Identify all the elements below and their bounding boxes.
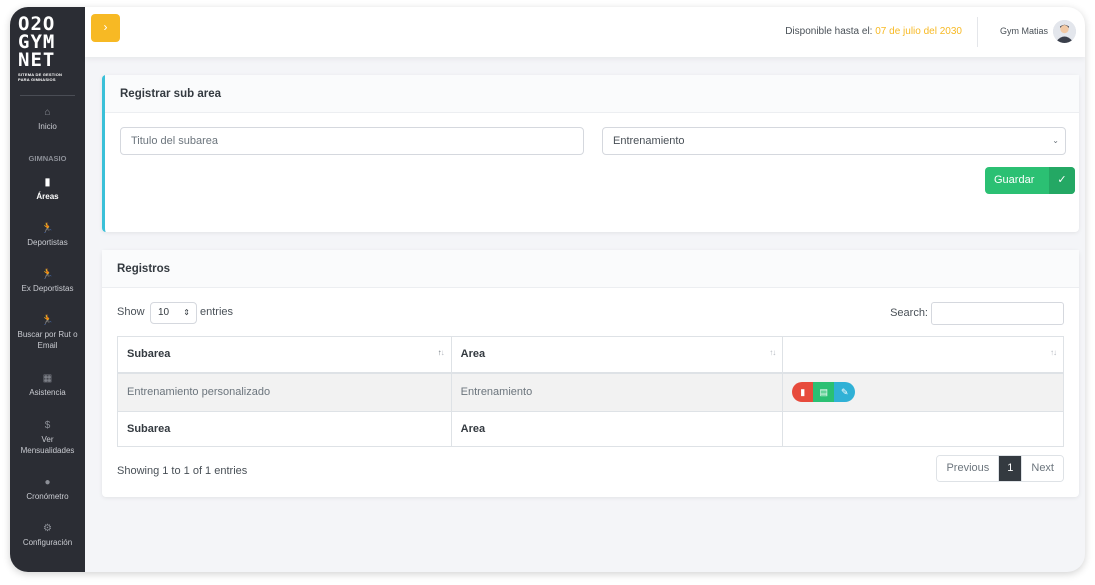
edit-icon: ✎ [841,387,849,398]
sidebar-item-deportistas[interactable]: 🏃 Deportistas [10,223,85,248]
sidebar-item-label: Cronómetro [26,492,69,501]
sidebar-item-label: Buscar por Rut o Email [17,330,78,350]
sidebar-item-label: Áreas [36,192,59,201]
running-icon: 🏃 [41,269,54,280]
sidebar-item-areas[interactable]: ▮ Áreas [10,177,85,202]
sidebar-item-label: Deportistas [27,238,68,247]
sidebar-item-label: Asistencia [29,388,66,397]
sidebar-section-gimnasio: GIMNASIO [28,154,67,163]
sidebar-toggle-button[interactable]: › [91,14,120,42]
trash-icon: ▮ [800,387,806,398]
table-info: Showing 1 to 1 of 1 entries [117,465,248,477]
sidebar-item-mensualidades[interactable]: $ Ver Mensualidades [10,420,85,456]
running-icon: 🏃 [41,223,54,234]
delete-button[interactable]: ▮ [792,382,814,403]
register-subarea-card: Registrar sub area Titulo del subarea En… [102,75,1079,232]
header-divider [977,17,978,47]
next-page-button[interactable]: Next [1021,456,1063,481]
pagination: Previous 1 Next [936,455,1064,482]
subscription-status: Disponible hasta el: 07 de julio del 203… [785,26,962,37]
sidebar-item-ex-deportistas[interactable]: 🏃 Ex Deportistas [10,269,85,294]
top-header: › Disponible hasta el: 07 de julio del 2… [85,7,1085,57]
entries-label: entries [200,306,234,318]
user-avatar-icon [1053,20,1076,43]
table-footer-row: Subarea Area [117,411,1064,447]
sidebar-item-label: Configuración [22,538,73,547]
home-icon: ⌂ [44,107,51,118]
logo-subtitle-2: PARA GIMNASIOS [18,77,56,82]
footer-subarea: Subarea [117,411,452,447]
check-icon: ✓ [1049,167,1075,194]
running-icon: 🏃 [41,315,54,326]
row-action-group: ▮ ▤ ✎ [792,382,856,403]
chevron-down-icon: ⌄ [1052,136,1059,145]
footer-actions [782,411,1064,447]
card-title: Registrar sub area [105,75,1079,113]
table-header-row: Subarea ↑↓ Area ↑↓ ↑↓ [117,336,1064,374]
page-length-value: 10 [158,307,170,318]
edit-button[interactable]: ✎ [834,382,856,403]
sort-icon: ↑↓ [769,348,776,357]
previous-page-button[interactable]: Previous [937,456,1000,481]
dollar-icon: $ [44,420,51,431]
sidebar-item-asistencia[interactable]: ▦ Asistencia [10,373,85,398]
updown-caret-icon: ⇕ [183,308,190,317]
sidebar-item-label: Ver Mensualidades [20,435,75,455]
brand-logo[interactable]: O2O GYM NET SITEMA DE GESTION PARA GIMNA… [18,15,78,83]
show-label: Show [117,306,145,318]
user-name[interactable]: Gym Matias [1000,26,1048,36]
sort-asc-icon: ↑↓ [437,348,445,357]
column-header-actions[interactable]: ↑↓ [782,336,1064,374]
chevron-right-icon: › [103,20,108,34]
area-select[interactable]: Entrenamiento ⌄ [602,127,1066,155]
card-title: Registros [102,250,1079,288]
search-label: Search: [890,307,928,319]
sidebar-item-label: Inicio [38,122,57,131]
sidebar-item-configuracion[interactable]: ⚙ Configuración [10,523,85,548]
available-label: Disponible hasta el: [785,26,873,37]
column-header-subarea[interactable]: Subarea ↑↓ [117,336,452,374]
app-window: O2O GYM NET SITEMA DE GESTION PARA GIMNA… [10,7,1085,572]
area-select-value: Entrenamiento [613,135,685,147]
stopwatch-icon: ● [44,477,51,488]
sidebar-divider [20,95,75,96]
cell-subarea: Entrenamiento personalizado [117,372,452,412]
search-input[interactable] [931,302,1064,325]
cell-area: Entrenamiento [450,372,784,412]
page-length-select[interactable]: 10 ⇕ [150,302,197,324]
avatar[interactable] [1053,20,1076,43]
cell-actions: ▮ ▤ ✎ [782,372,1064,412]
sidebar-item-cronometro[interactable]: ● Cronómetro [10,477,85,502]
page-1-button[interactable]: 1 [999,456,1022,481]
clipboard-icon: ▮ [44,177,51,188]
sort-icon: ↑↓ [1050,348,1057,357]
save-button[interactable]: Guardar ✓ [985,167,1075,194]
column-header-area[interactable]: Area ↑↓ [450,336,784,374]
sidebar-item-label: Ex Deportistas [21,284,74,293]
logo-line-3: NET [18,49,56,71]
subarea-title-input[interactable]: Titulo del subarea [120,127,584,155]
sidebar: O2O GYM NET SITEMA DE GESTION PARA GIMNA… [10,7,85,572]
sidebar-item-buscar[interactable]: 🏃 Buscar por Rut o Email [10,315,85,351]
records-card: Registros Show 10 ⇕ entries Search: Suba… [102,250,1079,497]
table-row: Entrenamiento personalizado Entrenamient… [117,372,1064,412]
save-button-label: Guardar [994,174,1035,186]
view-button[interactable]: ▤ [813,382,835,403]
available-date: 07 de julio del 2030 [875,26,962,37]
sidebar-item-inicio[interactable]: ⌂ Inicio [10,107,85,132]
records-table: Subarea ↑↓ Area ↑↓ ↑↓ Entrenamiento pers… [117,336,1064,447]
calendar-icon: ▦ [42,373,53,384]
footer-area: Area [450,411,784,447]
cogs-icon: ⚙ [43,523,52,534]
document-icon: ▤ [819,387,829,398]
